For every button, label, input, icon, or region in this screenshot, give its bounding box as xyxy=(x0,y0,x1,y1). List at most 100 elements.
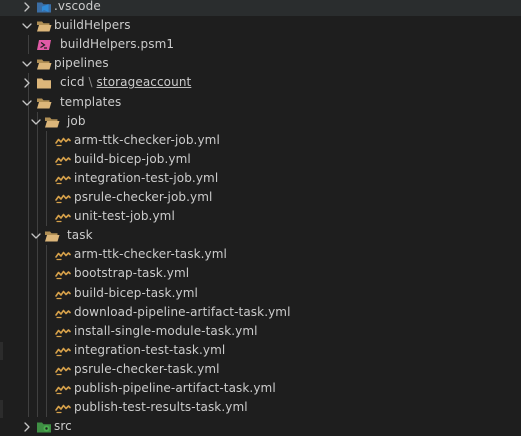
item-name: arm-ttk-checker-job.yml xyxy=(74,133,220,147)
yaml-file-icon xyxy=(55,209,71,224)
item-name: job xyxy=(67,114,86,128)
file-row[interactable]: install-single-module-task.yml xyxy=(0,322,521,341)
folder-row[interactable]: cicd \ storageaccount xyxy=(0,73,521,92)
folder-label: buildHelpers xyxy=(54,16,131,35)
item-name: bootstrap-task.yml xyxy=(74,266,190,280)
file-row[interactable]: build-bicep-task.yml xyxy=(0,284,521,303)
item-name: publish-pipeline-artifact-task.yml xyxy=(74,381,276,395)
chevron-down-icon[interactable] xyxy=(22,93,32,112)
file-row[interactable]: bootstrap-task.yml xyxy=(0,264,521,283)
item-name: buildHelpers xyxy=(54,18,131,32)
chevron-down-icon[interactable] xyxy=(31,226,41,245)
folder-label: src xyxy=(54,417,72,436)
folder-row[interactable]: pipelines xyxy=(0,54,521,73)
file-label: bootstrap-task.yml xyxy=(74,264,189,283)
folder-row[interactable]: src xyxy=(0,417,521,436)
item-name: cicd xyxy=(60,75,85,89)
file-label: publish-test-results-task.yml xyxy=(74,398,248,417)
yaml-file-icon xyxy=(55,247,71,262)
file-row[interactable]: arm-ttk-checker-job.yml xyxy=(0,131,521,150)
folder-open-icon xyxy=(44,228,60,243)
file-label: unit-test-job.yml xyxy=(74,207,175,226)
chevron-right-icon[interactable] xyxy=(22,73,32,92)
item-name: unit-test-job.yml xyxy=(74,209,175,223)
item-name: psrule-checker-job.yml xyxy=(74,190,213,204)
item-name: build-bicep-job.yml xyxy=(74,152,191,166)
yaml-file-icon xyxy=(55,286,71,301)
yaml-file-icon xyxy=(55,343,71,358)
file-row[interactable]: download-pipeline-artifact-task.yml xyxy=(0,303,521,322)
powershell-file-icon xyxy=(36,37,52,52)
chevron-down-icon[interactable] xyxy=(22,54,32,73)
file-row[interactable]: publish-pipeline-artifact-task.yml xyxy=(0,379,521,398)
chevron-down-icon[interactable] xyxy=(22,16,32,35)
file-label: integration-test-job.yml xyxy=(74,169,218,188)
folder-open-icon xyxy=(36,18,52,33)
item-name: psrule-checker-task.yml xyxy=(74,362,220,376)
folder-open-icon xyxy=(36,95,52,110)
item-name: buildHelpers.psm1 xyxy=(60,37,175,51)
file-label: psrule-checker-task.yml xyxy=(74,360,220,379)
file-row[interactable]: publish-test-results-task.yml xyxy=(0,398,521,417)
file-row[interactable]: integration-test-task.yml xyxy=(0,341,521,360)
compact-folder-subname[interactable]: storageaccount xyxy=(97,75,192,89)
item-name: templates xyxy=(60,95,122,109)
chevron-right-icon[interactable] xyxy=(22,0,32,16)
yaml-file-icon xyxy=(55,324,71,339)
folder-label: .vscode xyxy=(54,0,101,16)
folder-row[interactable]: task xyxy=(0,226,521,245)
yaml-file-icon xyxy=(55,305,71,320)
item-name: arm-ttk-checker-task.yml xyxy=(74,247,227,261)
file-label: publish-pipeline-artifact-task.yml xyxy=(74,379,276,398)
yaml-file-icon xyxy=(55,266,71,281)
file-row[interactable]: psrule-checker-job.yml xyxy=(0,188,521,207)
file-row[interactable]: arm-ttk-checker-task.yml xyxy=(0,245,521,264)
file-label: build-bicep-job.yml xyxy=(74,150,191,169)
yaml-file-icon xyxy=(55,400,71,415)
file-row[interactable]: integration-test-job.yml xyxy=(0,169,521,188)
item-name: download-pipeline-artifact-task.yml xyxy=(74,305,291,319)
item-name: integration-test-task.yml xyxy=(74,343,226,357)
file-label: arm-ttk-checker-job.yml xyxy=(74,131,220,150)
item-name: publish-test-results-task.yml xyxy=(74,400,248,414)
src-folder-icon xyxy=(36,419,52,434)
item-name: src xyxy=(54,419,72,433)
explorer-tree: .vscode buildHelpers buildHelpers.psm1 pipe… xyxy=(0,0,521,436)
file-label: arm-ttk-checker-task.yml xyxy=(74,245,227,264)
file-label: download-pipeline-artifact-task.yml xyxy=(74,303,291,322)
yaml-file-icon xyxy=(55,171,71,186)
file-row[interactable]: psrule-checker-task.yml xyxy=(0,360,521,379)
folder-row[interactable]: .vscode xyxy=(0,0,521,16)
yaml-file-icon xyxy=(55,190,71,205)
file-row[interactable]: build-bicep-job.yml xyxy=(0,150,521,169)
item-name: pipelines xyxy=(54,56,109,70)
compact-folder-separator: \ xyxy=(84,75,97,89)
vscode-folder-icon xyxy=(36,0,52,14)
yaml-file-icon xyxy=(55,381,71,396)
folder-label: task xyxy=(67,226,93,245)
folder-row[interactable]: job xyxy=(0,112,521,131)
folder-label: cicd \ storageaccount xyxy=(60,73,191,92)
folder-label: job xyxy=(67,112,86,131)
item-name: task xyxy=(67,228,93,242)
file-label: build-bicep-task.yml xyxy=(74,284,198,303)
folder-row[interactable]: buildHelpers xyxy=(0,16,521,35)
file-label: buildHelpers.psm1 xyxy=(60,35,174,54)
file-label: install-single-module-task.yml xyxy=(74,322,258,341)
item-name: install-single-module-task.yml xyxy=(74,324,258,338)
item-name: integration-test-job.yml xyxy=(74,171,219,185)
file-row[interactable]: buildHelpers.psm1 xyxy=(0,35,521,54)
file-row[interactable]: unit-test-job.yml xyxy=(0,207,521,226)
chevron-down-icon[interactable] xyxy=(31,112,41,131)
chevron-right-icon[interactable] xyxy=(22,417,32,436)
yaml-file-icon xyxy=(55,362,71,377)
folder-label: templates xyxy=(60,93,121,112)
folder-open-icon xyxy=(36,56,52,71)
folder-row[interactable]: templates xyxy=(0,93,521,112)
yaml-file-icon xyxy=(55,133,71,148)
file-label: psrule-checker-job.yml xyxy=(74,188,212,207)
folder-open-icon xyxy=(44,114,60,129)
file-label: integration-test-task.yml xyxy=(74,341,225,360)
folder-label: pipelines xyxy=(54,54,109,73)
item-name: build-bicep-task.yml xyxy=(74,286,198,300)
